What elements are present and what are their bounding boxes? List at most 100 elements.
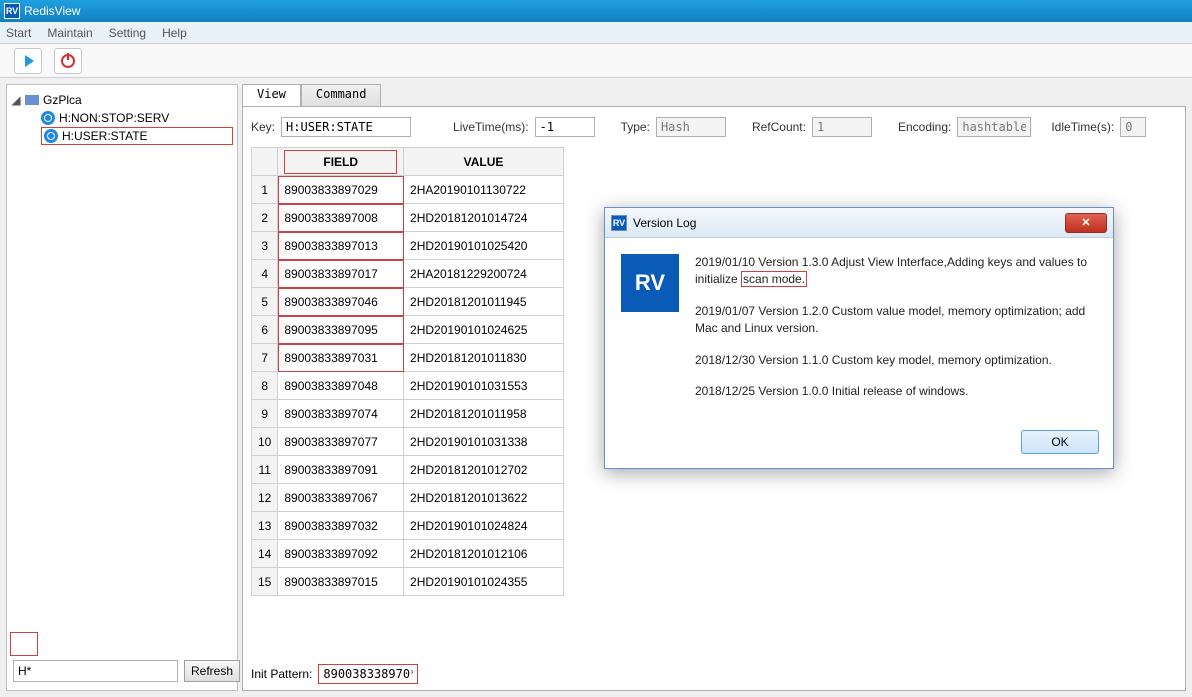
table-row[interactable]: 6890038338970952HD20190101024625: [252, 316, 564, 344]
cell-value[interactable]: 2HA20181229200724: [404, 260, 564, 288]
tab-command[interactable]: Command: [301, 84, 382, 106]
titlebar: RV RedisView: [0, 0, 1192, 22]
livetime-input[interactable]: [535, 117, 595, 137]
cell-field[interactable]: 89003833897095: [278, 316, 404, 344]
type-label: Type:: [621, 120, 650, 134]
dialog-titlebar[interactable]: RV Version Log ✕: [605, 208, 1113, 238]
table-row[interactable]: 15890038338970152HD20190101024355: [252, 568, 564, 596]
idletime-input: [1120, 117, 1146, 137]
cell-value[interactable]: 2HD20181201011958: [404, 400, 564, 428]
cell-value[interactable]: 2HD20181201014724: [404, 204, 564, 232]
dialog-close-button[interactable]: ✕: [1065, 213, 1107, 233]
cell-value[interactable]: 2HA20190101130722: [404, 176, 564, 204]
init-pattern-input[interactable]: [318, 664, 418, 684]
cell-value[interactable]: 2HD20190101031338: [404, 428, 564, 456]
table-row[interactable]: 8890038338970482HD20190101031553: [252, 372, 564, 400]
cell-field[interactable]: 89003833897046: [278, 288, 404, 316]
table-row[interactable]: 13890038338970322HD20190101024824: [252, 512, 564, 540]
key-input[interactable]: [281, 117, 411, 137]
cell-field[interactable]: 89003833897017: [278, 260, 404, 288]
encoding-label: Encoding:: [898, 120, 951, 134]
cell-field[interactable]: 89003833897031: [278, 344, 404, 372]
dialog-text: 2019/01/10 Version 1.3.0 Adjust View Int…: [695, 254, 1097, 414]
rowhead-corner: [252, 148, 278, 176]
cell-field[interactable]: 89003833897074: [278, 400, 404, 428]
table-row[interactable]: 2890038338970082HD20181201014724: [252, 204, 564, 232]
dialog-logo-icon: RV: [621, 254, 679, 312]
row-number: 11: [252, 456, 278, 484]
cell-value[interactable]: 2HD20181201011830: [404, 344, 564, 372]
tree-toggle-icon[interactable]: ◢: [11, 93, 21, 107]
version-entry: 2019/01/10 Version 1.3.0 Adjust View Int…: [695, 254, 1097, 289]
cell-value[interactable]: 2HD20190101031553: [404, 372, 564, 400]
cell-field[interactable]: 89003833897013: [278, 232, 404, 260]
dialog-body: RV 2019/01/10 Version 1.3.0 Adjust View …: [605, 238, 1113, 424]
cell-field[interactable]: 89003833897029: [278, 176, 404, 204]
cell-field[interactable]: 89003833897008: [278, 204, 404, 232]
menu-start[interactable]: Start: [6, 26, 31, 40]
table-row[interactable]: 10890038338970772HD20190101031338: [252, 428, 564, 456]
dialog-title: Version Log: [633, 216, 696, 230]
table-row[interactable]: 5890038338970462HD20181201011945: [252, 288, 564, 316]
tabs: View Command: [242, 84, 1186, 106]
run-button[interactable]: [14, 48, 42, 74]
tree-server-row[interactable]: ◢ GzPlca: [11, 91, 233, 109]
pattern-bar: Refresh: [13, 660, 231, 682]
refresh-button[interactable]: Refresh: [184, 660, 240, 682]
cell-field[interactable]: 89003833897032: [278, 512, 404, 540]
dialog-icon: RV: [611, 215, 627, 231]
table-row[interactable]: 9890038338970742HD20181201011958: [252, 400, 564, 428]
tab-view[interactable]: View: [242, 84, 301, 106]
cell-value[interactable]: 2HD20190101024355: [404, 568, 564, 596]
table-row[interactable]: 1890038338970292HA20190101130722: [252, 176, 564, 204]
cell-value[interactable]: 2HD20181201013622: [404, 484, 564, 512]
type-input: [656, 117, 726, 137]
table-row[interactable]: 7890038338970312HD20181201011830: [252, 344, 564, 372]
table-row[interactable]: 12890038338970672HD20181201013622: [252, 484, 564, 512]
row-number: 3: [252, 232, 278, 260]
tree-key-row[interactable]: H:NON:STOP:SERV: [41, 109, 233, 127]
key-label: Key:: [251, 120, 275, 134]
version-entry: 2018/12/30 Version 1.1.0 Custom key mode…: [695, 352, 1097, 369]
table-row[interactable]: 11890038338970912HD20181201012702: [252, 456, 564, 484]
cell-value[interactable]: 2HD20181201012106: [404, 540, 564, 568]
cell-value[interactable]: 2HD20190101025420: [404, 232, 564, 260]
tree-key-label: H:USER:STATE: [62, 129, 148, 143]
menu-maintain[interactable]: Maintain: [47, 26, 92, 40]
info-row: Key: LiveTime(ms): Type: RefCount: Encod…: [251, 117, 1177, 137]
init-pattern-bar: Init Pattern:: [251, 664, 418, 684]
row-number: 15: [252, 568, 278, 596]
cell-field[interactable]: 89003833897015: [278, 568, 404, 596]
cell-value[interactable]: 2HD20190101024625: [404, 316, 564, 344]
menu-help[interactable]: Help: [162, 26, 187, 40]
tree-key-row-selected[interactable]: H:USER:STATE: [41, 127, 233, 145]
table-row[interactable]: 14890038338970922HD20181201012106: [252, 540, 564, 568]
version-log-dialog: RV Version Log ✕ RV 2019/01/10 Version 1…: [604, 207, 1114, 469]
cell-field[interactable]: 89003833897067: [278, 484, 404, 512]
init-pattern-label: Init Pattern:: [251, 667, 312, 681]
cell-field[interactable]: 89003833897048: [278, 372, 404, 400]
col-value[interactable]: VALUE: [404, 148, 564, 176]
ok-button[interactable]: OK: [1021, 430, 1099, 454]
pattern-input[interactable]: [13, 660, 178, 682]
table-row[interactable]: 3890038338970132HD20190101025420: [252, 232, 564, 260]
dialog-footer: OK: [605, 424, 1113, 468]
row-number: 14: [252, 540, 278, 568]
hint-box: [10, 632, 38, 656]
stop-button[interactable]: [54, 48, 82, 74]
cell-value[interactable]: 2HD20181201011945: [404, 288, 564, 316]
hash-table: FIELD VALUE 1890038338970292HA2019010113…: [251, 147, 564, 596]
cell-field[interactable]: 89003833897077: [278, 428, 404, 456]
cell-field[interactable]: 89003833897091: [278, 456, 404, 484]
col-field[interactable]: FIELD: [278, 148, 404, 176]
idletime-label: IdleTime(s):: [1051, 120, 1114, 134]
server-name: GzPlca: [43, 93, 82, 107]
refcount-input: [812, 117, 872, 137]
cell-value[interactable]: 2HD20181201012702: [404, 456, 564, 484]
cell-field[interactable]: 89003833897092: [278, 540, 404, 568]
cell-value[interactable]: 2HD20190101024824: [404, 512, 564, 540]
row-number: 6: [252, 316, 278, 344]
table-row[interactable]: 4890038338970172HA20181229200724: [252, 260, 564, 288]
menu-setting[interactable]: Setting: [109, 26, 146, 40]
row-number: 9: [252, 400, 278, 428]
